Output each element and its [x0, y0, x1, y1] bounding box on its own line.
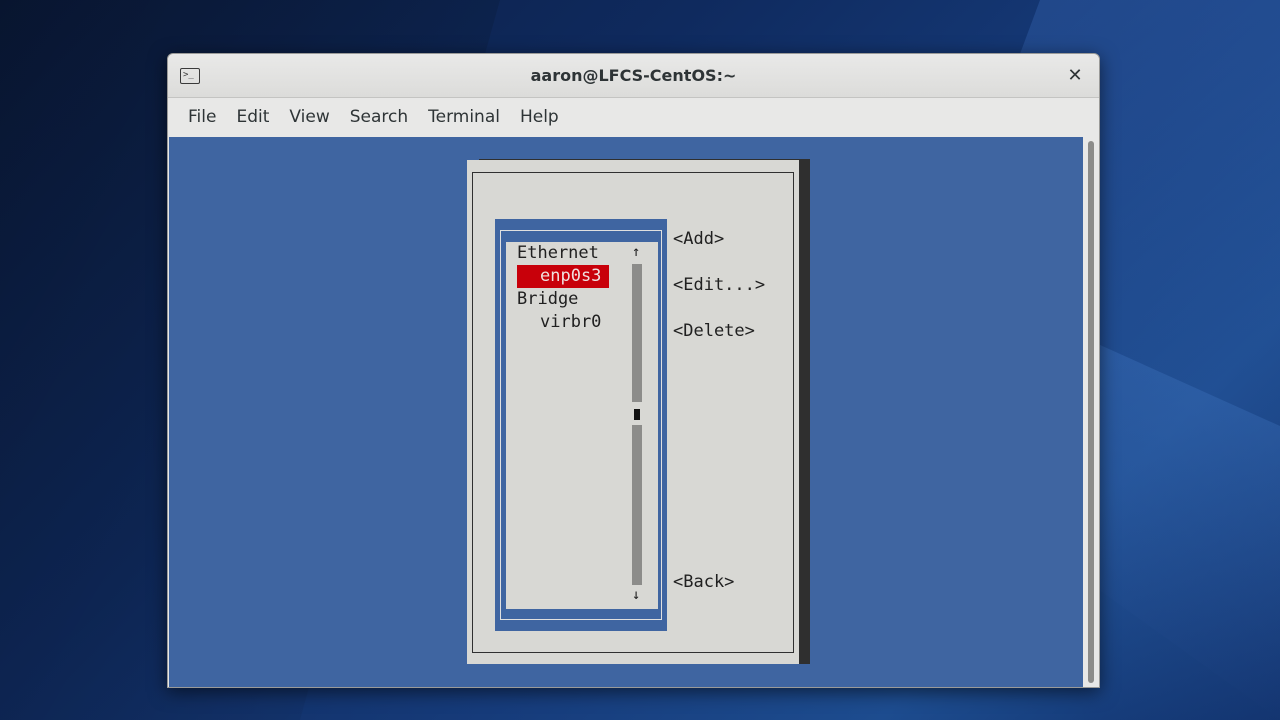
delete-button[interactable]: <Delete> [673, 321, 755, 341]
window-title: aaron@LFCS-CentOS:~ [530, 66, 737, 85]
terminal-screen[interactable]: Ethernet enp0s3 Bridge virbr0 ↑ ↓ <Add> [169, 137, 1083, 687]
menu-view[interactable]: View [279, 107, 339, 127]
menu-bar: File Edit View Search Terminal Help [168, 98, 1099, 136]
edit-button[interactable]: <Edit...> [673, 275, 765, 295]
list-item-bridge[interactable]: Bridge [517, 288, 578, 311]
menu-help[interactable]: Help [510, 107, 569, 127]
menu-terminal[interactable]: Terminal [418, 107, 510, 127]
menu-search[interactable]: Search [340, 107, 418, 127]
scroll-up-icon[interactable]: ↑ [632, 244, 640, 260]
menu-file[interactable]: File [178, 107, 226, 127]
scroll-down-icon[interactable]: ↓ [632, 587, 640, 603]
terminal-scrollbar[interactable] [1083, 137, 1099, 687]
terminal-window: >_ aaron@LFCS-CentOS:~ ✕ File Edit View … [167, 53, 1100, 688]
close-icon[interactable]: ✕ [1065, 65, 1085, 87]
connection-list-frame: Ethernet enp0s3 Bridge virbr0 ↑ ↓ [500, 230, 662, 620]
menu-edit[interactable]: Edit [226, 107, 279, 127]
list-item-label: enp0s3 [540, 266, 602, 286]
terminal-scrollbar-thumb[interactable] [1088, 141, 1094, 683]
connection-list[interactable]: Ethernet enp0s3 Bridge virbr0 ↑ ↓ [506, 242, 658, 609]
list-scrollbar-thumb[interactable] [634, 409, 640, 420]
back-button[interactable]: <Back> [673, 572, 734, 592]
add-button[interactable]: <Add> [673, 229, 724, 249]
list-item-virbr0[interactable]: virbr0 [540, 311, 601, 334]
connection-list-panel: Ethernet enp0s3 Bridge virbr0 ↑ ↓ [495, 219, 667, 631]
list-item-ethernet[interactable]: Ethernet [517, 242, 599, 265]
list-item-enp0s3[interactable]: enp0s3 [517, 265, 609, 288]
list-scrollbar-lower[interactable] [632, 425, 642, 585]
title-bar[interactable]: >_ aaron@LFCS-CentOS:~ ✕ [168, 54, 1099, 98]
nmtui-dialog: Ethernet enp0s3 Bridge virbr0 ↑ ↓ <Add> [467, 160, 799, 664]
list-scrollbar-upper[interactable] [632, 264, 642, 402]
dialog-frame: Ethernet enp0s3 Bridge virbr0 ↑ ↓ <Add> [472, 172, 794, 653]
